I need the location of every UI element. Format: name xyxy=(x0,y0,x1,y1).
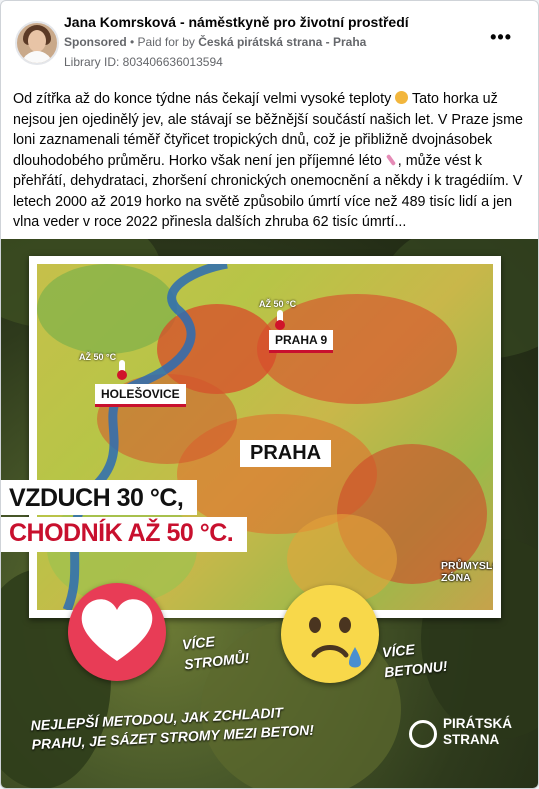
praha9-temp: AŽ 50 °C xyxy=(259,299,297,309)
sad-face-icon xyxy=(281,585,379,683)
pirate-party-logo-icon xyxy=(409,720,437,748)
holesovice-thermometer-icon xyxy=(117,360,127,380)
heat-map: AŽ 50 °C HOLEŠOVICE AŽ 50 °C PRAHA 9 PRA… xyxy=(37,264,493,610)
holesovice-temp: AŽ 50 °C xyxy=(79,352,117,362)
author-avatar[interactable] xyxy=(15,21,59,65)
post-header: Jana Komrsková - náměstkyně pro životní … xyxy=(1,1,538,81)
more-trees-slogan: VÍCE STROMŮ! xyxy=(181,628,250,675)
ad-image[interactable]: AŽ 50 °C HOLEŠOVICE AŽ 50 °C PRAHA 9 PRA… xyxy=(1,239,538,788)
post-text-part-1: Od zítřka až do konce týdne nás čekají v… xyxy=(13,91,396,107)
air-temp-caption: VZDUCH 30 °C, xyxy=(1,480,198,515)
sun-emoji-icon xyxy=(395,91,409,104)
post-text: Od zítřka až do konce týdne nás čekají v… xyxy=(13,89,525,233)
more-options-icon[interactable]: ••• xyxy=(490,27,512,48)
paid-by-link[interactable]: Česká pirátská strana - Praha xyxy=(198,35,366,49)
sponsored-line: Sponsored • Paid for by Česká pirátská s… xyxy=(64,35,366,49)
paid-for-prefix: • Paid for by xyxy=(126,35,199,49)
heat-map-photo: AŽ 50 °C HOLEŠOVICE AŽ 50 °C PRAHA 9 PRA… xyxy=(29,256,501,618)
sidewalk-temp-caption: CHODNÍK AŽ 50 °C. xyxy=(1,517,248,552)
popsicle-emoji-icon xyxy=(386,154,398,166)
library-id: Library ID: 803406636013594 xyxy=(64,55,223,69)
river-vltava xyxy=(62,264,228,610)
praha-label: PRAHA xyxy=(240,440,332,467)
sponsored-label: Sponsored xyxy=(64,35,127,49)
logo-text: PIRÁTSKÁ STRANA xyxy=(443,716,512,748)
praha9-label: PRAHA 9 xyxy=(269,330,334,353)
ad-post-card: Jana Komrsková - náměstkyně pro životní … xyxy=(0,0,539,789)
logo-line-2: STRANA xyxy=(443,732,500,747)
praha9-thermometer-icon xyxy=(275,310,285,330)
holesovice-label: HOLEŠOVICE xyxy=(95,384,186,407)
heart-icon xyxy=(68,583,166,681)
logo-line-1: PIRÁTSKÁ xyxy=(443,716,513,731)
industrial-zone-label: PRŮMYSLOVÁ ZÓNA xyxy=(441,560,493,584)
author-name[interactable]: Jana Komrsková - náměstkyně pro životní … xyxy=(64,14,409,30)
more-concrete-slogan: VÍCE BETONU! xyxy=(381,636,448,682)
